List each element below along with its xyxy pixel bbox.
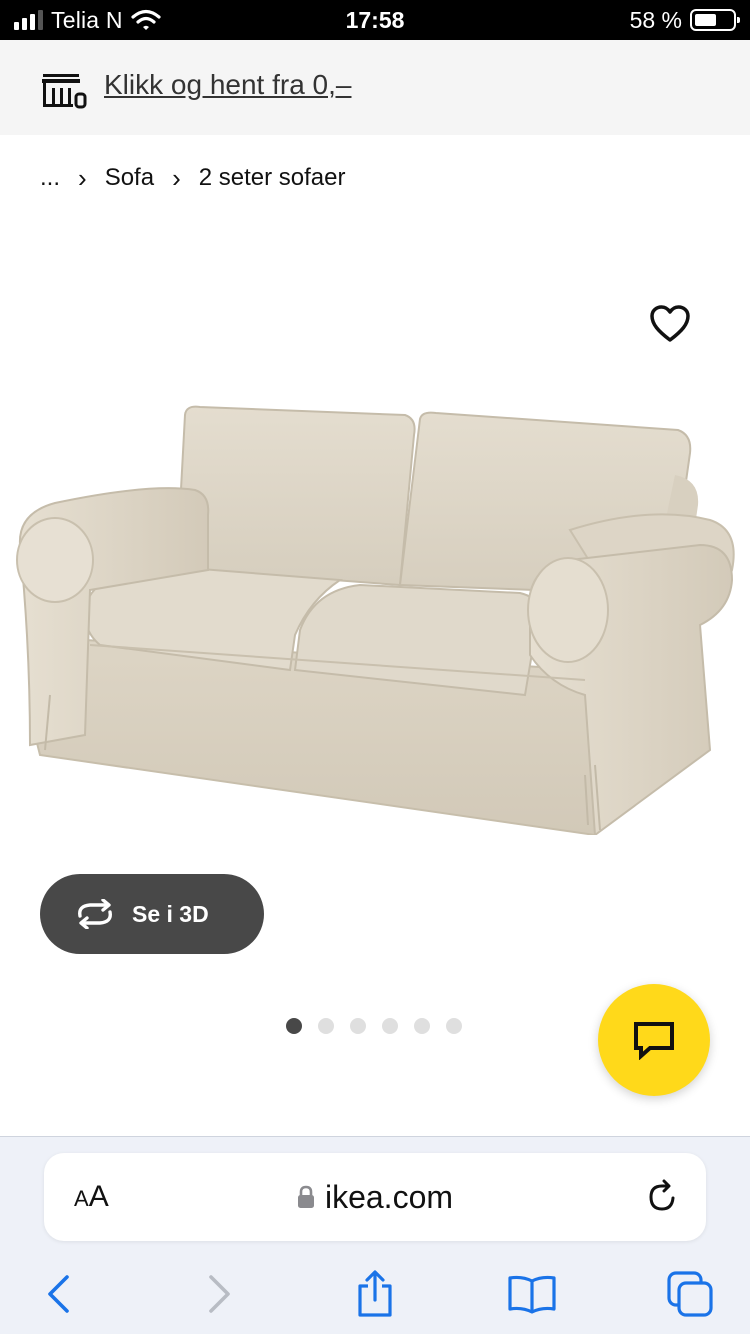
- battery-fill: [695, 14, 716, 26]
- browser-bar: AA ikea.com: [0, 1136, 750, 1334]
- domain-text: ikea.com: [324, 1178, 454, 1215]
- lock-icon: [297, 1185, 314, 1208]
- breadcrumb: ... › Sofa › 2 seter sofaer: [40, 160, 345, 196]
- breadcrumb-2-seter-sofaer[interactable]: 2 seter sofaer: [199, 164, 346, 192]
- breadcrumb-ellipsis[interactable]: ...: [40, 164, 60, 192]
- forward-icon[interactable]: [195, 1269, 245, 1319]
- carousel-dots: [286, 1018, 462, 1034]
- reload-icon[interactable]: [644, 1179, 680, 1215]
- browser-toolbar: [0, 1261, 750, 1321]
- battery-percent: 58 %: [629, 6, 682, 33]
- carousel-dot[interactable]: [382, 1018, 398, 1034]
- breadcrumb-separator: ›: [78, 162, 87, 193]
- store-pickup-icon: [42, 74, 87, 109]
- url-display[interactable]: ikea.com: [44, 1153, 706, 1241]
- status-bar: Telia N 17:58 58 %: [0, 0, 750, 40]
- rotate-icon: [78, 899, 112, 929]
- chat-icon: [634, 1022, 674, 1060]
- share-icon[interactable]: [350, 1269, 400, 1319]
- sofa-image: [16, 405, 735, 835]
- promo-banner: Klikk og hent fra 0,–: [0, 40, 750, 135]
- breadcrumb-sofa[interactable]: Sofa: [105, 164, 154, 192]
- view-in-3d-button[interactable]: Se i 3D: [40, 874, 264, 954]
- address-bar[interactable]: AA ikea.com: [44, 1153, 706, 1241]
- carousel-dot[interactable]: [446, 1018, 462, 1034]
- tabs-icon[interactable]: [665, 1269, 715, 1319]
- carousel-dot[interactable]: [318, 1018, 334, 1034]
- view-in-3d-label: Se i 3D: [132, 900, 209, 927]
- carousel-dot[interactable]: [350, 1018, 366, 1034]
- status-right: 58 %: [629, 0, 740, 40]
- breadcrumb-separator: ›: [172, 162, 181, 193]
- battery-icon: [690, 9, 740, 31]
- carousel-dot[interactable]: [414, 1018, 430, 1034]
- bookmarks-icon[interactable]: [507, 1269, 557, 1319]
- carousel-dot[interactable]: [286, 1018, 302, 1034]
- back-icon[interactable]: [33, 1269, 83, 1319]
- heart-icon[interactable]: [648, 302, 692, 346]
- chat-button[interactable]: [598, 984, 710, 1096]
- click-and-collect-link[interactable]: Klikk og hent fra 0,–: [104, 40, 351, 135]
